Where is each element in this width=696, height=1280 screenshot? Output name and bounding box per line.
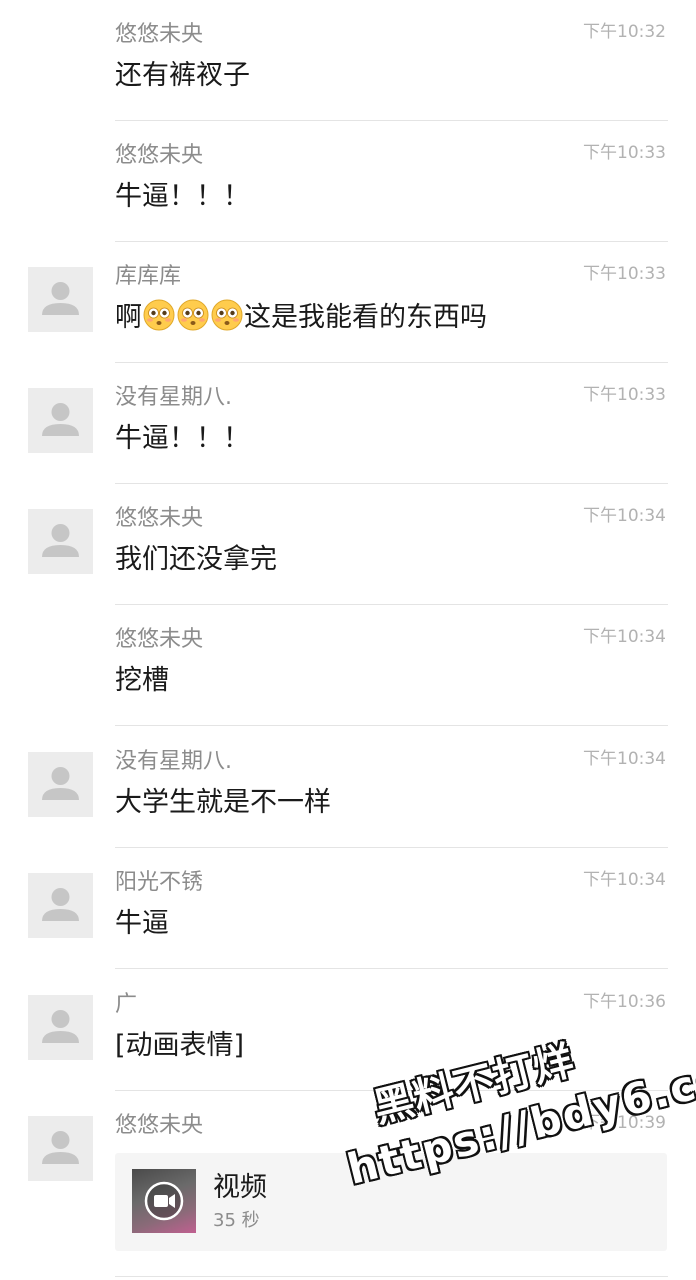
- avatar[interactable]: [28, 752, 93, 817]
- message-time: 下午10:33: [583, 385, 666, 405]
- video-thumbnail[interactable]: [132, 1169, 196, 1233]
- message-time: 下午10:39: [583, 1113, 666, 1133]
- message-text: 啊 这是我能看的东西吗: [115, 299, 487, 342]
- list-item[interactable]: 阳光不锈 下午10:34 牛逼: [0, 848, 696, 969]
- message-text: 牛逼！！！: [115, 423, 250, 454]
- default-user-icon: [42, 524, 79, 557]
- avatar[interactable]: [28, 388, 93, 453]
- sender-name[interactable]: 库库库: [115, 263, 181, 291]
- video-title: 视频: [213, 1172, 267, 1203]
- sender-name[interactable]: 悠悠未央: [115, 21, 203, 49]
- sender-name[interactable]: 悠悠未央: [115, 142, 203, 170]
- list-item[interactable]: 广 下午10:36 [动画表情]: [0, 970, 696, 1091]
- message-text: [动画表情]: [115, 1030, 245, 1061]
- message-time: 下午10:34: [583, 627, 666, 647]
- message-text-end: 这是我能看的东西吗: [244, 302, 487, 333]
- default-user-icon: [42, 888, 79, 921]
- video-message-card[interactable]: 视频 35 秒: [115, 1153, 667, 1251]
- avatar[interactable]: [28, 873, 93, 938]
- avatar[interactable]: [28, 995, 93, 1060]
- avatar[interactable]: [28, 509, 93, 574]
- divider: [115, 725, 668, 726]
- flushed-face-emoji: [143, 299, 175, 342]
- flushed-face-emoji: [211, 299, 243, 342]
- message-text: 我们还没拿完: [115, 544, 277, 575]
- sender-name[interactable]: 没有星期八.: [115, 748, 232, 776]
- sender-name[interactable]: 悠悠未央: [115, 505, 203, 533]
- message-text: 还有裤衩子: [115, 60, 250, 91]
- message-time: 下午10:36: [583, 992, 666, 1012]
- message-time: 下午10:33: [583, 143, 666, 163]
- sender-name[interactable]: 悠悠未央: [115, 626, 203, 654]
- message-text: 大学生就是不一样: [115, 787, 331, 818]
- list-item[interactable]: 悠悠未央 下午10:34 我们还没拿完: [0, 484, 696, 605]
- default-user-icon: [42, 1010, 79, 1043]
- list-item[interactable]: 悠悠未央 下午10:32 还有裤衩子: [0, 0, 696, 121]
- divider: [115, 968, 668, 969]
- default-user-icon: [42, 403, 79, 436]
- message-text-start: 啊: [115, 302, 142, 333]
- message-time: 下午10:34: [583, 749, 666, 769]
- sender-name[interactable]: 悠悠未央: [115, 1112, 203, 1140]
- message-text: 牛逼: [115, 908, 169, 939]
- video-camera-icon: [144, 1181, 184, 1221]
- message-time: 下午10:34: [583, 870, 666, 890]
- list-item[interactable]: 悠悠未央 下午10:33 牛逼！！！: [0, 121, 696, 242]
- sender-name[interactable]: 没有星期八.: [115, 384, 232, 412]
- avatar[interactable]: [28, 1116, 93, 1181]
- message-time: 下午10:34: [583, 506, 666, 526]
- default-user-icon: [42, 767, 79, 800]
- message-text: 挖槽: [115, 665, 169, 696]
- list-item[interactable]: 没有星期八. 下午10:33 牛逼！！！: [0, 363, 696, 484]
- message-time: 下午10:32: [583, 22, 666, 42]
- list-item[interactable]: 库库库 下午10:33 啊 这是我能看的东西吗: [0, 242, 696, 363]
- divider: [115, 1276, 668, 1277]
- sender-name[interactable]: 广: [115, 991, 137, 1019]
- list-item[interactable]: 悠悠未央 下午10:34 挖槽: [0, 605, 696, 726]
- message-text: 牛逼！！！: [115, 181, 250, 212]
- list-item[interactable]: 没有星期八. 下午10:34 大学生就是不一样: [0, 727, 696, 848]
- default-user-icon: [42, 282, 79, 315]
- avatar[interactable]: [28, 267, 93, 332]
- video-duration: 35 秒: [213, 1210, 260, 1231]
- message-time: 下午10:33: [583, 264, 666, 284]
- flushed-face-emoji: [177, 299, 209, 342]
- default-user-icon: [42, 1131, 79, 1164]
- sender-name[interactable]: 阳光不锈: [115, 869, 203, 897]
